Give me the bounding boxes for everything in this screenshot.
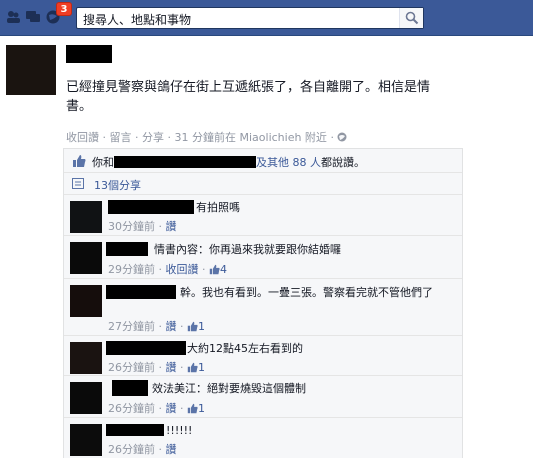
comment-like-link[interactable]: 讚 [166, 443, 177, 456]
comment-item: 幹。我也有看到。一疊三張。警察看完就不管他們了 27分鐘前 · 讚 · 1 [64, 279, 462, 336]
comment-meta: 29分鐘前 · 收回讚 · 4 [108, 263, 227, 276]
top-bar: 3 搜尋人、地點和事物 [0, 0, 533, 36]
liker-names-redacted[interactable] [114, 156, 256, 168]
comment-like-thumb-icon [187, 403, 198, 414]
comment-meta: 26分鐘前 · 讚 · 1 [108, 402, 205, 415]
likes-others-link[interactable]: 及其他 88 人 [256, 156, 321, 169]
commenter-avatar[interactable] [70, 285, 102, 317]
comment-item: 效法美江：絕對要燒毀這個體制 26分鐘前 · 讚 · 1 [64, 376, 462, 418]
comment-item: 有拍照嗎 30分鐘前 · 讚 [64, 195, 462, 236]
comment-text: 有拍照嗎 [196, 201, 240, 214]
likes-prefix: 你和 [92, 156, 114, 169]
notification-badge[interactable]: 3 [56, 2, 72, 16]
comment-meta: 27分鐘前 · 讚 · 1 [108, 320, 205, 333]
comment-like-thumb-icon [187, 321, 198, 332]
public-globe-icon[interactable] [337, 132, 347, 142]
likes-suffix: 都說讚。 [321, 156, 365, 169]
comment-text: 幹。我也有看到。一疊三張。警察看完就不管他們了 [180, 286, 433, 299]
comment-time[interactable]: 26分鐘前 [108, 443, 155, 456]
comment-item: 情書內容：你再過來我就要跟你結婚囉 29分鐘前 · 收回讚 · 4 [64, 236, 462, 279]
poster-name-redacted[interactable] [66, 45, 112, 63]
like-thumb-icon [73, 155, 86, 167]
comment-meta: 26分鐘前 · 讚 [108, 443, 177, 456]
post-actions: 收回讚 · 留言 · 分享 · 31 分鐘前在 Miaolichieh 附近 · [66, 129, 347, 145]
search-button[interactable] [399, 8, 423, 28]
comment-like-link[interactable]: 讚 [166, 220, 177, 233]
comment-meta: 30分鐘前 · 讚 [108, 220, 177, 233]
comment-text: 情書內容：你再過來我就要跟你結婚囉 [154, 243, 341, 256]
comment-time[interactable]: 30分鐘前 [108, 220, 155, 233]
comment-item: !!!!!! 26分鐘前 · 讚 [64, 418, 462, 458]
commenter-avatar[interactable] [70, 242, 102, 274]
shares-count-link[interactable]: 13個分享 [94, 177, 141, 193]
share-link[interactable]: 分享 [142, 131, 164, 144]
comment-item: 大約12點45左右看到的 26分鐘前 · 讚 · 1 [64, 336, 462, 376]
comment-like-thumb-icon [187, 362, 198, 373]
comment-like-count[interactable]: 4 [220, 263, 227, 276]
comment-time[interactable]: 29分鐘前 [108, 263, 155, 276]
search-box[interactable]: 搜尋人、地點和事物 [76, 7, 424, 29]
friend-requests-icon[interactable] [6, 10, 20, 24]
comment-text: !!!!!! [166, 424, 193, 437]
commenter-name-redacted[interactable] [112, 380, 148, 396]
poster-avatar[interactable] [6, 45, 56, 95]
comment-unlike-link[interactable]: 收回讚 [166, 263, 199, 276]
comment-link[interactable]: 留言 [110, 131, 132, 144]
comment-time[interactable]: 26分鐘前 [108, 402, 155, 415]
comment-like-link[interactable]: 讚 [166, 361, 177, 374]
comment-meta: 26分鐘前 · 讚 · 1 [108, 361, 205, 374]
shares-row: 13個分享 [64, 173, 462, 195]
comment-like-link[interactable]: 讚 [166, 320, 177, 333]
commenter-avatar[interactable] [70, 342, 102, 374]
search-input[interactable]: 搜尋人、地點和事物 [83, 11, 191, 28]
commenter-name-redacted[interactable] [108, 200, 194, 214]
comment-text: 效法美江：絕對要燒毀這個體制 [152, 382, 306, 395]
comment-time[interactable]: 26分鐘前 [108, 361, 155, 374]
commenter-avatar[interactable] [70, 382, 102, 414]
commenter-name-redacted[interactable] [106, 341, 186, 355]
share-icon [72, 178, 84, 189]
comment-like-count[interactable]: 1 [198, 361, 205, 374]
comment-time[interactable]: 27分鐘前 [108, 320, 155, 333]
search-icon [405, 11, 419, 25]
comment-like-link[interactable]: 讚 [166, 402, 177, 415]
likes-summary: 你和 及其他 88 人都說讚。 [92, 154, 365, 170]
comment-like-count[interactable]: 1 [198, 402, 205, 415]
post-time-place[interactable]: 31 分鐘前在 Miaolichieh 附近 [175, 131, 327, 144]
comment-like-count[interactable]: 1 [198, 320, 205, 333]
feedback-box: 你和 及其他 88 人都說讚。 13個分享 有拍照嗎 30分鐘前 · 讚 情書內容… [63, 148, 463, 458]
messages-icon[interactable] [26, 10, 40, 24]
commenter-avatar[interactable] [70, 201, 102, 233]
commenter-avatar[interactable] [70, 424, 102, 456]
comment-like-thumb-icon [209, 264, 220, 275]
likes-row: 你和 及其他 88 人都說讚。 [64, 149, 462, 173]
post-text: 已經撞見警察與鴿仔在街上互遞紙張了，各自離開了。相信是情書。 [66, 80, 431, 114]
recall-like-link[interactable]: 收回讚 [66, 131, 99, 144]
commenter-name-redacted[interactable] [106, 242, 148, 256]
commenter-name-redacted[interactable] [106, 424, 164, 436]
comment-text: 大約12點45左右看到的 [187, 342, 303, 355]
